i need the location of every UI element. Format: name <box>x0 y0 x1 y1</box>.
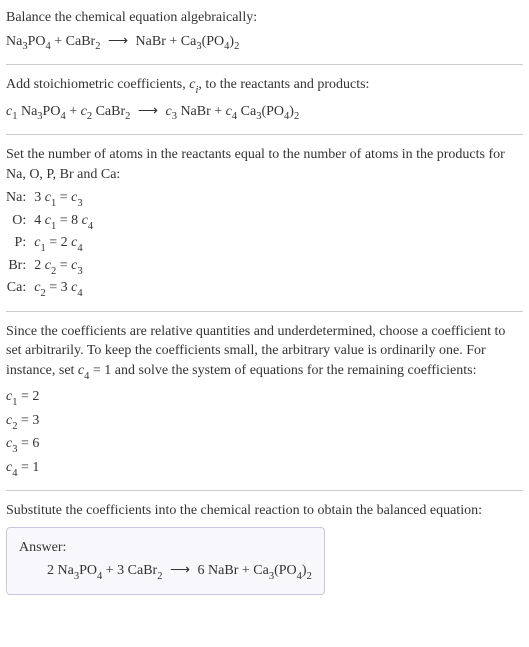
atom-row-na: Na: 3 c1 = c3 <box>6 188 93 210</box>
substitute-text: Substitute the coefficients into the che… <box>6 501 523 521</box>
solution-list: c1 = 2 c2 = 3 c3 = 6 c4 = 1 <box>6 387 523 480</box>
stoich-section: Add stoichiometric coefficients, ci, to … <box>6 75 523 124</box>
stoich-text: Add stoichiometric coefficients, ci, to … <box>6 75 523 97</box>
atom-row-ca: Ca: c2 = 3 c4 <box>6 278 93 300</box>
product-2: Ca3(PO4)2 <box>181 34 240 49</box>
balanced-equation: 2 Na3PO4 + 3 CaBr2 ⟶ 6 NaBr + Ca3(PO4)2 <box>19 561 312 583</box>
divider <box>6 490 523 491</box>
reactant-2: CaBr2 <box>66 34 101 49</box>
arrow-icon-2: ⟶ <box>138 102 158 122</box>
divider <box>6 64 523 65</box>
solution-c3: c3 = 6 <box>6 434 523 456</box>
atom-label: O: <box>6 211 34 233</box>
plus-1: + <box>51 34 66 49</box>
answer-box: Answer: 2 Na3PO4 + 3 CaBr2 ⟶ 6 NaBr + Ca… <box>6 527 325 595</box>
atoms-section: Set the number of atoms in the reactants… <box>6 145 523 301</box>
atom-equation: c2 = 3 c4 <box>34 278 93 300</box>
atom-row-o: O: 4 c1 = 8 c4 <box>6 211 93 233</box>
unbalanced-equation: Na3PO4 + CaBr2 ⟶ NaBr + Ca3(PO4)2 <box>6 32 523 54</box>
atom-row-br: Br: 2 c2 = c3 <box>6 256 93 278</box>
atom-equation: 3 c1 = c3 <box>34 188 93 210</box>
intro-section: Balance the chemical equation algebraica… <box>6 8 523 54</box>
ans-product-1: NaBr <box>208 563 238 578</box>
atom-equation: c1 = 2 c4 <box>34 233 93 255</box>
arrow-icon: ⟶ <box>108 32 128 52</box>
solution-c4: c4 = 1 <box>6 458 523 480</box>
atom-equations: Na: 3 c1 = c3 O: 4 c1 = 8 c4 P: c1 = 2 c… <box>6 188 93 300</box>
atom-label: Br: <box>6 256 34 278</box>
solve-text: Since the coefficients are relative quan… <box>6 322 523 384</box>
solve-section: Since the coefficients are relative quan… <box>6 322 523 481</box>
ans-reactant-2: CaBr2 <box>128 563 163 578</box>
reactant-2b: CaBr2 <box>96 104 131 119</box>
atom-row-p: P: c1 = 2 c4 <box>6 233 93 255</box>
plus-2: + <box>166 34 181 49</box>
product-1b: NaBr <box>180 104 210 119</box>
atoms-text: Set the number of atoms in the reactants… <box>6 145 523 184</box>
product-1: NaBr <box>136 34 166 49</box>
ans-reactant-1: Na3PO4 <box>58 563 103 578</box>
atom-equation: 2 c2 = c3 <box>34 256 93 278</box>
product-2b: Ca3(PO4)2 <box>241 104 300 119</box>
reactant-1b: Na3PO4 <box>21 104 66 119</box>
reactant-1: Na3PO4 <box>6 34 51 49</box>
stoich-equation: c1 Na3PO4 + c2 CaBr2 ⟶ c3 NaBr + c4 Ca3(… <box>6 102 523 124</box>
substitute-section: Substitute the coefficients into the che… <box>6 501 523 595</box>
answer-label: Answer: <box>19 538 312 558</box>
divider <box>6 134 523 135</box>
intro-text: Balance the chemical equation algebraica… <box>6 8 523 28</box>
divider <box>6 311 523 312</box>
atom-equation: 4 c1 = 8 c4 <box>34 211 93 233</box>
atom-label: P: <box>6 233 34 255</box>
atom-label: Na: <box>6 188 34 210</box>
solution-c1: c1 = 2 <box>6 387 523 409</box>
atom-label: Ca: <box>6 278 34 300</box>
solution-c2: c2 = 3 <box>6 411 523 433</box>
arrow-icon-3: ⟶ <box>170 561 190 581</box>
ans-product-2: Ca3(PO4)2 <box>253 563 312 578</box>
